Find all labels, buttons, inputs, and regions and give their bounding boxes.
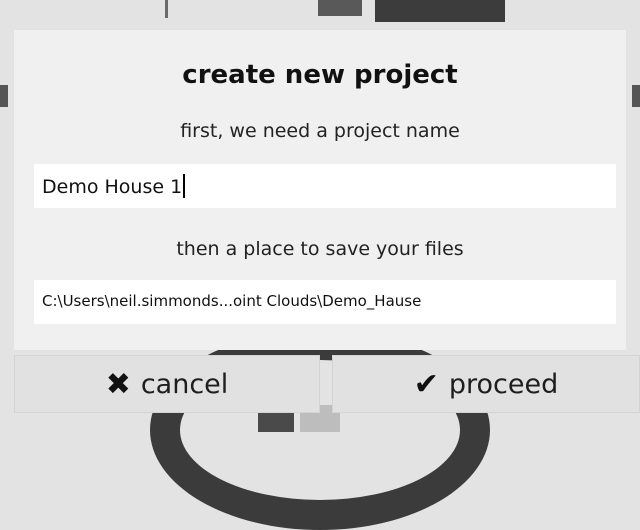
create-project-dialog: create new project first, we need a proj…: [14, 30, 626, 350]
background-graphic: [375, 0, 505, 22]
cancel-button-label: cancel: [140, 368, 229, 400]
project-name-prompt: first, we need a project name: [180, 120, 460, 142]
dialog-title: create new project: [182, 60, 458, 90]
background-graphic: [632, 85, 640, 107]
project-name-value: Demo House 1: [42, 176, 183, 198]
checkmark-icon: ✔: [413, 366, 439, 402]
background-graphic: [165, 0, 168, 18]
save-location-value: C:\Users\neil.simmonds...oint Clouds\Dem…: [42, 292, 422, 310]
background-graphic: [0, 85, 8, 107]
text-caret: [183, 174, 186, 198]
proceed-button[interactable]: ✔ proceed: [332, 355, 640, 413]
close-x-icon: ✖: [105, 366, 131, 402]
save-location-prompt: then a place to save your files: [176, 238, 464, 260]
save-location-input[interactable]: C:\Users\neil.simmonds...oint Clouds\Dem…: [34, 280, 616, 324]
proceed-button-label: proceed: [448, 368, 559, 400]
project-name-input[interactable]: Demo House 1: [34, 164, 616, 208]
background-graphic: [318, 0, 362, 16]
cancel-button[interactable]: ✖ cancel: [14, 355, 320, 413]
